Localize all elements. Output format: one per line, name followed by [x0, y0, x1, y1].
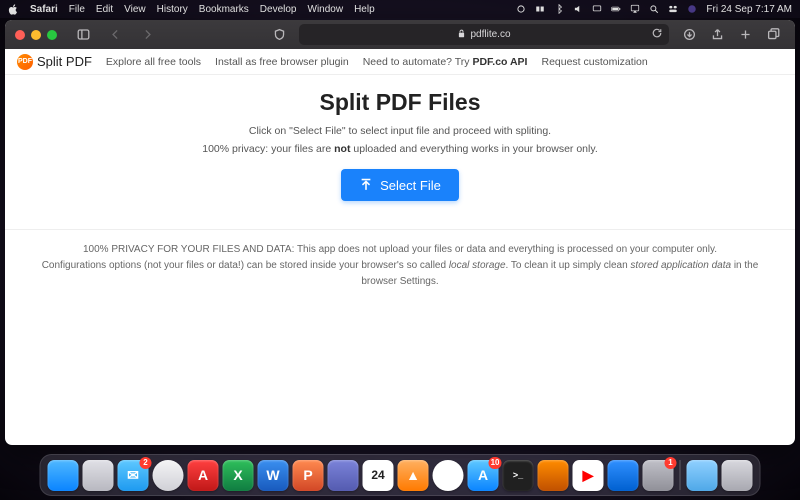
dock-youtube[interactable]: ▶: [573, 460, 604, 491]
siri-icon[interactable]: [687, 4, 697, 14]
dock-folder[interactable]: [687, 460, 718, 491]
upload-icon: [359, 177, 373, 194]
dock-launchpad[interactable]: [83, 460, 114, 491]
forward-button[interactable]: [135, 24, 159, 46]
battery-icon[interactable]: [611, 4, 621, 14]
address-bar-url: pdflite.co: [470, 29, 510, 40]
dock-terminal[interactable]: >_: [503, 460, 534, 491]
status-icon[interactable]: [535, 4, 545, 14]
minimize-button[interactable]: [31, 30, 41, 40]
logo-text: Split PDF: [37, 54, 92, 69]
new-tab-icon[interactable]: [733, 24, 757, 46]
dock-acrobat[interactable]: A: [188, 460, 219, 491]
macos-dock: ✉2 AXWP 24▲ A10>_ ▶ 1: [40, 454, 761, 496]
bluetooth-icon[interactable]: [554, 4, 564, 14]
safari-window: pdflite.co PDF Split PDF Explore all fre…: [5, 20, 795, 445]
menu-file[interactable]: File: [69, 4, 85, 15]
menubar-clock[interactable]: Fri 24 Sep 7:17 AM: [706, 4, 792, 15]
close-button[interactable]: [15, 30, 25, 40]
hero-subtitle-1: Click on "Select File" to select input f…: [249, 125, 551, 137]
volume-icon[interactable]: [573, 4, 583, 14]
safari-titlebar: pdflite.co: [5, 20, 795, 49]
privacy-text: 100% PRIVACY FOR YOUR FILES AND DATA: Th…: [5, 242, 795, 290]
menubar-app-name[interactable]: Safari: [30, 4, 58, 15]
back-button[interactable]: [103, 24, 127, 46]
menu-edit[interactable]: Edit: [96, 4, 113, 15]
dock-matlab[interactable]: [538, 460, 569, 491]
nav-install[interactable]: Install as free browser plugin: [215, 56, 349, 68]
menu-window[interactable]: Window: [308, 4, 344, 15]
status-icon[interactable]: [516, 4, 526, 14]
refresh-icon[interactable]: [651, 27, 663, 42]
privacy-shield-icon[interactable]: [267, 24, 291, 46]
menu-help[interactable]: Help: [354, 4, 375, 15]
control-center-icon[interactable]: [668, 4, 678, 14]
apple-menu[interactable]: [8, 4, 19, 15]
macos-menubar: Safari File Edit View History Bookmarks …: [0, 0, 800, 18]
window-controls: [15, 30, 57, 40]
nav-request[interactable]: Request customization: [541, 56, 647, 68]
page-title: Split PDF Files: [319, 89, 480, 116]
dock-vlc[interactable]: ▲: [398, 460, 429, 491]
dock-box[interactable]: [608, 460, 639, 491]
dock-appstore[interactable]: A10: [468, 460, 499, 491]
dock-mail[interactable]: ✉2: [118, 460, 149, 491]
divider: [5, 229, 795, 230]
dock-chrome[interactable]: [433, 460, 464, 491]
dock-trash[interactable]: [722, 460, 753, 491]
dock-safari[interactable]: [153, 460, 184, 491]
nav-explore[interactable]: Explore all free tools: [106, 56, 201, 68]
dock-excel[interactable]: X: [223, 460, 254, 491]
nav-automate[interactable]: Need to automate? Try PDF.co API: [363, 56, 528, 68]
sidebar-toggle-icon[interactable]: [71, 24, 95, 46]
dock-calendar[interactable]: 24: [363, 460, 394, 491]
address-bar[interactable]: pdflite.co: [299, 24, 669, 45]
airplay-icon[interactable]: [630, 4, 640, 14]
display-icon[interactable]: [592, 4, 602, 14]
site-logo[interactable]: PDF Split PDF: [17, 54, 92, 70]
hero-subtitle-2: 100% privacy: your files are not uploade…: [202, 143, 598, 155]
menu-view[interactable]: View: [124, 4, 146, 15]
tabs-overview-icon[interactable]: [761, 24, 785, 46]
logo-badge: PDF: [17, 54, 33, 70]
share-icon[interactable]: [705, 24, 729, 46]
dock-word[interactable]: W: [258, 460, 289, 491]
dock-app1[interactable]: 1: [643, 460, 674, 491]
menu-develop[interactable]: Develop: [260, 4, 297, 15]
spotlight-icon[interactable]: [649, 4, 659, 14]
select-file-button[interactable]: Select File: [341, 169, 459, 201]
dock-powerpoint[interactable]: P: [293, 460, 324, 491]
dock-finder[interactable]: [48, 460, 79, 491]
page-content: Split PDF Files Click on "Select File" t…: [5, 75, 795, 445]
menu-history[interactable]: History: [157, 4, 188, 15]
lock-icon: [457, 29, 470, 41]
select-file-label: Select File: [380, 178, 441, 193]
site-navbar: PDF Split PDF Explore all free tools Ins…: [5, 49, 795, 75]
maximize-button[interactable]: [47, 30, 57, 40]
dock-teams[interactable]: [328, 460, 359, 491]
menu-bookmarks[interactable]: Bookmarks: [199, 4, 249, 15]
downloads-icon[interactable]: [677, 24, 701, 46]
